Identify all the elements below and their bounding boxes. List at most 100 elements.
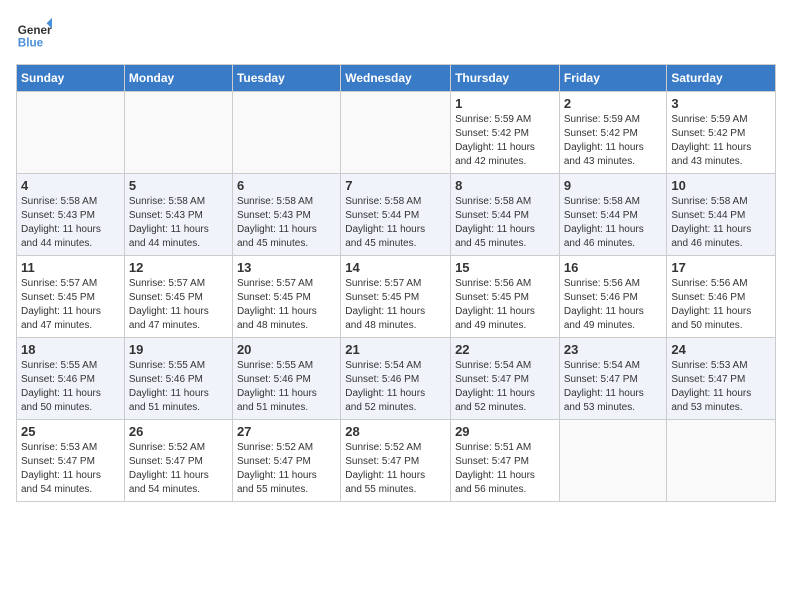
day-info: Sunrise: 5:55 AMSunset: 5:46 PMDaylight:… — [237, 359, 336, 415]
day-number: 13 — [237, 260, 336, 275]
calendar-cell: 28 Sunrise: 5:52 AMSunset: 5:47 PMDayligh… — [341, 420, 451, 502]
calendar-cell: 14 Sunrise: 5:57 AMSunset: 5:45 PMDayligh… — [341, 256, 451, 338]
day-number: 14 — [345, 260, 446, 275]
calendar-cell: 29 Sunrise: 5:51 AMSunset: 5:47 PMDayligh… — [451, 420, 560, 502]
day-number: 5 — [129, 178, 228, 193]
calendar-cell — [17, 92, 125, 174]
day-info: Sunrise: 5:56 AMSunset: 5:45 PMDaylight:… — [455, 277, 555, 333]
calendar-week-row: 18 Sunrise: 5:55 AMSunset: 5:46 PMDayligh… — [17, 338, 776, 420]
calendar-cell — [124, 92, 232, 174]
calendar-week-row: 25 Sunrise: 5:53 AMSunset: 5:47 PMDayligh… — [17, 420, 776, 502]
day-number: 9 — [564, 178, 663, 193]
calendar-cell: 16 Sunrise: 5:56 AMSunset: 5:46 PMDayligh… — [559, 256, 667, 338]
day-info: Sunrise: 5:58 AMSunset: 5:43 PMDaylight:… — [21, 195, 120, 251]
calendar-cell: 8 Sunrise: 5:58 AMSunset: 5:44 PMDaylight… — [451, 174, 560, 256]
weekday-header-thursday: Thursday — [451, 65, 560, 92]
calendar-table: SundayMondayTuesdayWednesdayThursdayFrid… — [16, 64, 776, 502]
calendar-cell: 7Sunrise: 5:58 AMSunset: 5:44 PMDaylight… — [341, 174, 451, 256]
calendar-cell: 24 Sunrise: 5:53 AMSunset: 5:47 PMDayligh… — [667, 338, 776, 420]
calendar-cell: 3Sunrise: 5:59 AMSunset: 5:42 PMDaylight… — [667, 92, 776, 174]
logo: General Blue — [16, 16, 52, 52]
calendar-week-row: 1 Sunrise: 5:59 AMSunset: 5:42 PMDaylight… — [17, 92, 776, 174]
day-number: 16 — [564, 260, 663, 275]
day-info: Sunrise: 5:53 AMSunset: 5:47 PMDaylight:… — [21, 441, 120, 497]
weekday-header-row: SundayMondayTuesdayWednesdayThursdayFrid… — [17, 65, 776, 92]
day-info: Sunrise: 5:58 AMSunset: 5:43 PMDaylight:… — [129, 195, 228, 251]
day-number: 27 — [237, 424, 336, 439]
day-info: Sunrise: 5:58 AMSunset: 5:44 PMDaylight:… — [564, 195, 663, 251]
calendar-cell: 1 Sunrise: 5:59 AMSunset: 5:42 PMDaylight… — [451, 92, 560, 174]
day-info: Sunrise: 5:57 AMSunset: 5:45 PMDaylight:… — [129, 277, 228, 333]
calendar-cell: 4 Sunrise: 5:58 AMSunset: 5:43 PMDaylight… — [17, 174, 125, 256]
day-number: 22 — [455, 342, 555, 357]
day-info: Sunrise: 5:58 AMSunset: 5:44 PMDaylight:… — [671, 195, 771, 251]
calendar-cell: 21 Sunrise: 5:54 AMSunset: 5:46 PMDayligh… — [341, 338, 451, 420]
day-info: Sunrise: 5:52 AMSunset: 5:47 PMDaylight:… — [129, 441, 228, 497]
day-info: Sunrise: 5:56 AMSunset: 5:46 PMDaylight:… — [671, 277, 771, 333]
calendar-cell: 27Sunrise: 5:52 AMSunset: 5:47 PMDayligh… — [232, 420, 340, 502]
day-number: 2 — [564, 96, 663, 111]
weekday-header-sunday: Sunday — [17, 65, 125, 92]
day-number: 25 — [21, 424, 120, 439]
calendar-cell: 22 Sunrise: 5:54 AMSunset: 5:47 PMDayligh… — [451, 338, 560, 420]
weekday-header-saturday: Saturday — [667, 65, 776, 92]
calendar-cell: 12 Sunrise: 5:57 AMSunset: 5:45 PMDayligh… — [124, 256, 232, 338]
day-number: 4 — [21, 178, 120, 193]
day-number: 28 — [345, 424, 446, 439]
day-info: Sunrise: 5:55 AMSunset: 5:46 PMDaylight:… — [21, 359, 120, 415]
calendar-cell: 19Sunrise: 5:55 AMSunset: 5:46 PMDayligh… — [124, 338, 232, 420]
day-info: Sunrise: 5:58 AMSunset: 5:43 PMDaylight:… — [237, 195, 336, 251]
calendar-cell — [667, 420, 776, 502]
page-header: General Blue — [16, 16, 776, 52]
day-number: 15 — [455, 260, 555, 275]
day-number: 23 — [564, 342, 663, 357]
day-info: Sunrise: 5:54 AMSunset: 5:47 PMDaylight:… — [564, 359, 663, 415]
calendar-cell: 18 Sunrise: 5:55 AMSunset: 5:46 PMDayligh… — [17, 338, 125, 420]
calendar-header: SundayMondayTuesdayWednesdayThursdayFrid… — [17, 65, 776, 92]
day-number: 21 — [345, 342, 446, 357]
day-info: Sunrise: 5:59 AMSunset: 5:42 PMDaylight:… — [564, 113, 663, 169]
day-info: Sunrise: 5:57 AMSunset: 5:45 PMDaylight:… — [21, 277, 120, 333]
day-info: Sunrise: 5:59 AMSunset: 5:42 PMDaylight:… — [671, 113, 771, 169]
day-number: 29 — [455, 424, 555, 439]
svg-text:Blue: Blue — [18, 37, 44, 50]
day-number: 19 — [129, 342, 228, 357]
day-number: 26 — [129, 424, 228, 439]
day-number: 1 — [455, 96, 555, 111]
calendar-cell: 20 Sunrise: 5:55 AMSunset: 5:46 PMDayligh… — [232, 338, 340, 420]
calendar-cell: 26 Sunrise: 5:52 AMSunset: 5:47 PMDayligh… — [124, 420, 232, 502]
day-number: 12 — [129, 260, 228, 275]
day-number: 6 — [237, 178, 336, 193]
day-info: Sunrise: 5:53 AMSunset: 5:47 PMDaylight:… — [671, 359, 771, 415]
day-info: Sunrise: 5:51 AMSunset: 5:47 PMDaylight:… — [455, 441, 555, 497]
calendar-cell: 9 Sunrise: 5:58 AMSunset: 5:44 PMDaylight… — [559, 174, 667, 256]
day-number: 24 — [671, 342, 771, 357]
calendar-week-row: 11 Sunrise: 5:57 AMSunset: 5:45 PMDayligh… — [17, 256, 776, 338]
calendar-cell: 5 Sunrise: 5:58 AMSunset: 5:43 PMDaylight… — [124, 174, 232, 256]
calendar-cell: 10Sunrise: 5:58 AMSunset: 5:44 PMDayligh… — [667, 174, 776, 256]
weekday-header-tuesday: Tuesday — [232, 65, 340, 92]
day-info: Sunrise: 5:59 AMSunset: 5:42 PMDaylight:… — [455, 113, 555, 169]
calendar-cell: 25 Sunrise: 5:53 AMSunset: 5:47 PMDayligh… — [17, 420, 125, 502]
day-info: Sunrise: 5:56 AMSunset: 5:46 PMDaylight:… — [564, 277, 663, 333]
day-info: Sunrise: 5:58 AMSunset: 5:44 PMDaylight:… — [345, 195, 446, 251]
weekday-header-monday: Monday — [124, 65, 232, 92]
logo-icon: General Blue — [16, 16, 52, 52]
calendar-cell: 23 Sunrise: 5:54 AMSunset: 5:47 PMDayligh… — [559, 338, 667, 420]
day-number: 11 — [21, 260, 120, 275]
calendar-cell: 2 Sunrise: 5:59 AMSunset: 5:42 PMDaylight… — [559, 92, 667, 174]
day-number: 17 — [671, 260, 771, 275]
day-info: Sunrise: 5:52 AMSunset: 5:47 PMDaylight:… — [345, 441, 446, 497]
day-info: Sunrise: 5:58 AMSunset: 5:44 PMDaylight:… — [455, 195, 555, 251]
calendar-cell: 11 Sunrise: 5:57 AMSunset: 5:45 PMDayligh… — [17, 256, 125, 338]
day-info: Sunrise: 5:54 AMSunset: 5:46 PMDaylight:… — [345, 359, 446, 415]
day-info: Sunrise: 5:57 AMSunset: 5:45 PMDaylight:… — [345, 277, 446, 333]
day-number: 20 — [237, 342, 336, 357]
calendar-cell: 6 Sunrise: 5:58 AMSunset: 5:43 PMDaylight… — [232, 174, 340, 256]
calendar-week-row: 4 Sunrise: 5:58 AMSunset: 5:43 PMDaylight… — [17, 174, 776, 256]
day-number: 8 — [455, 178, 555, 193]
day-number: 18 — [21, 342, 120, 357]
day-info: Sunrise: 5:54 AMSunset: 5:47 PMDaylight:… — [455, 359, 555, 415]
calendar-cell: 17 Sunrise: 5:56 AMSunset: 5:46 PMDayligh… — [667, 256, 776, 338]
weekday-header-friday: Friday — [559, 65, 667, 92]
